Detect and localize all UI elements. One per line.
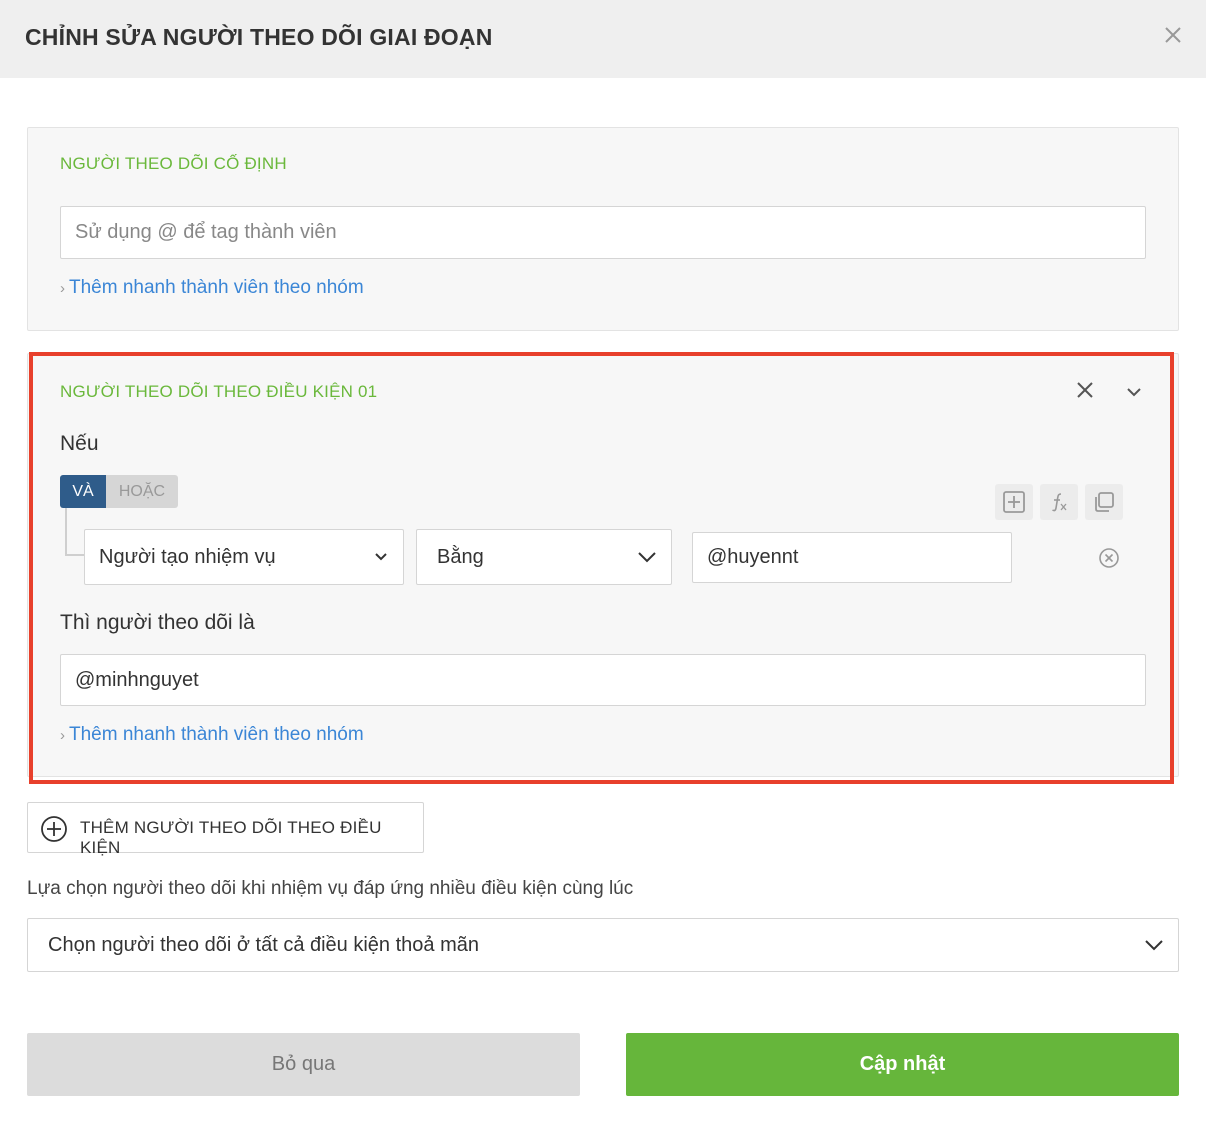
chevron-down-icon[interactable]	[1122, 380, 1146, 404]
condition-field-select[interactable]: Người tạo nhiệm vụ	[84, 529, 404, 585]
plus-circle-icon	[41, 816, 67, 842]
add-conditional-follower-label: THÊM NGƯỜI THEO DÕI THEO ĐIỀU KIỆN	[80, 818, 382, 857]
duplicate-icon[interactable]	[1085, 484, 1123, 520]
remove-row-icon[interactable]	[1098, 547, 1120, 569]
edit-stage-followers-dialog: CHỈNH SỬA NGƯỜI THEO DÕI GIAI ĐOẠN NGƯỜI…	[0, 0, 1206, 1136]
conditional-followers-title: NGƯỜI THEO DÕI THEO ĐIỀU KIỆN 01	[60, 382, 378, 401]
chevron-down-icon	[375, 553, 387, 561]
condition-tree-branch	[65, 554, 85, 556]
chevron-right-icon: ›	[60, 280, 65, 297]
then-label: Thì người theo dõi là	[60, 611, 255, 634]
add-condition-icon[interactable]	[995, 484, 1033, 520]
toggle-or[interactable]: HOẶC	[106, 475, 178, 508]
condition-operator-value: Bằng	[437, 545, 484, 568]
chevron-down-icon	[1145, 940, 1163, 951]
logic-toggle: VÀ HOẶC	[60, 475, 178, 508]
update-button[interactable]: Cập nhật	[626, 1033, 1179, 1096]
condition-value-input[interactable]: @huyennt	[692, 532, 1012, 583]
if-label: Nếu	[60, 432, 99, 455]
conditional-followers-input[interactable]: @minhnguyet	[60, 654, 1146, 706]
multi-condition-select[interactable]: Chọn người theo dõi ở tất cả điều kiện t…	[27, 918, 1179, 972]
conditional-quick-add-link[interactable]: › Thêm nhanh thành viên theo nhóm	[60, 724, 364, 746]
fixed-quick-add-link[interactable]: › Thêm nhanh thành viên theo nhóm	[60, 277, 364, 299]
dialog-header: CHỈNH SỬA NGƯỜI THEO DÕI GIAI ĐOẠN	[0, 0, 1206, 78]
condition-tree-line	[65, 508, 67, 556]
fixed-followers-title: NGƯỜI THEO DÕI CỐ ĐỊNH	[60, 154, 287, 173]
fixed-quick-add-label: Thêm nhanh thành viên theo nhóm	[69, 277, 364, 298]
remove-condition-icon[interactable]	[1073, 378, 1097, 402]
cancel-button[interactable]: Bỏ qua	[27, 1033, 580, 1096]
condition-operator-select[interactable]: Bằng	[416, 529, 672, 585]
chevron-right-icon: ›	[60, 727, 65, 744]
dialog-title: CHỈNH SỬA NGƯỜI THEO DÕI GIAI ĐOẠN	[25, 24, 493, 50]
close-icon[interactable]	[1160, 22, 1186, 48]
multi-condition-label: Lựa chọn người theo dõi khi nhiệm vụ đáp…	[27, 878, 634, 899]
toggle-and[interactable]: VÀ	[60, 475, 106, 508]
formula-icon[interactable]	[1040, 484, 1078, 520]
chevron-down-icon	[638, 552, 656, 563]
condition-field-value: Người tạo nhiệm vụ	[99, 545, 276, 568]
multi-condition-value: Chọn người theo dõi ở tất cả điều kiện t…	[48, 933, 479, 956]
add-conditional-follower-button[interactable]: THÊM NGƯỜI THEO DÕI THEO ĐIỀU KIỆN	[27, 802, 424, 857]
fixed-followers-input[interactable]: Sử dụng @ để tag thành viên	[60, 206, 1146, 259]
conditional-quick-add-label: Thêm nhanh thành viên theo nhóm	[69, 724, 364, 745]
